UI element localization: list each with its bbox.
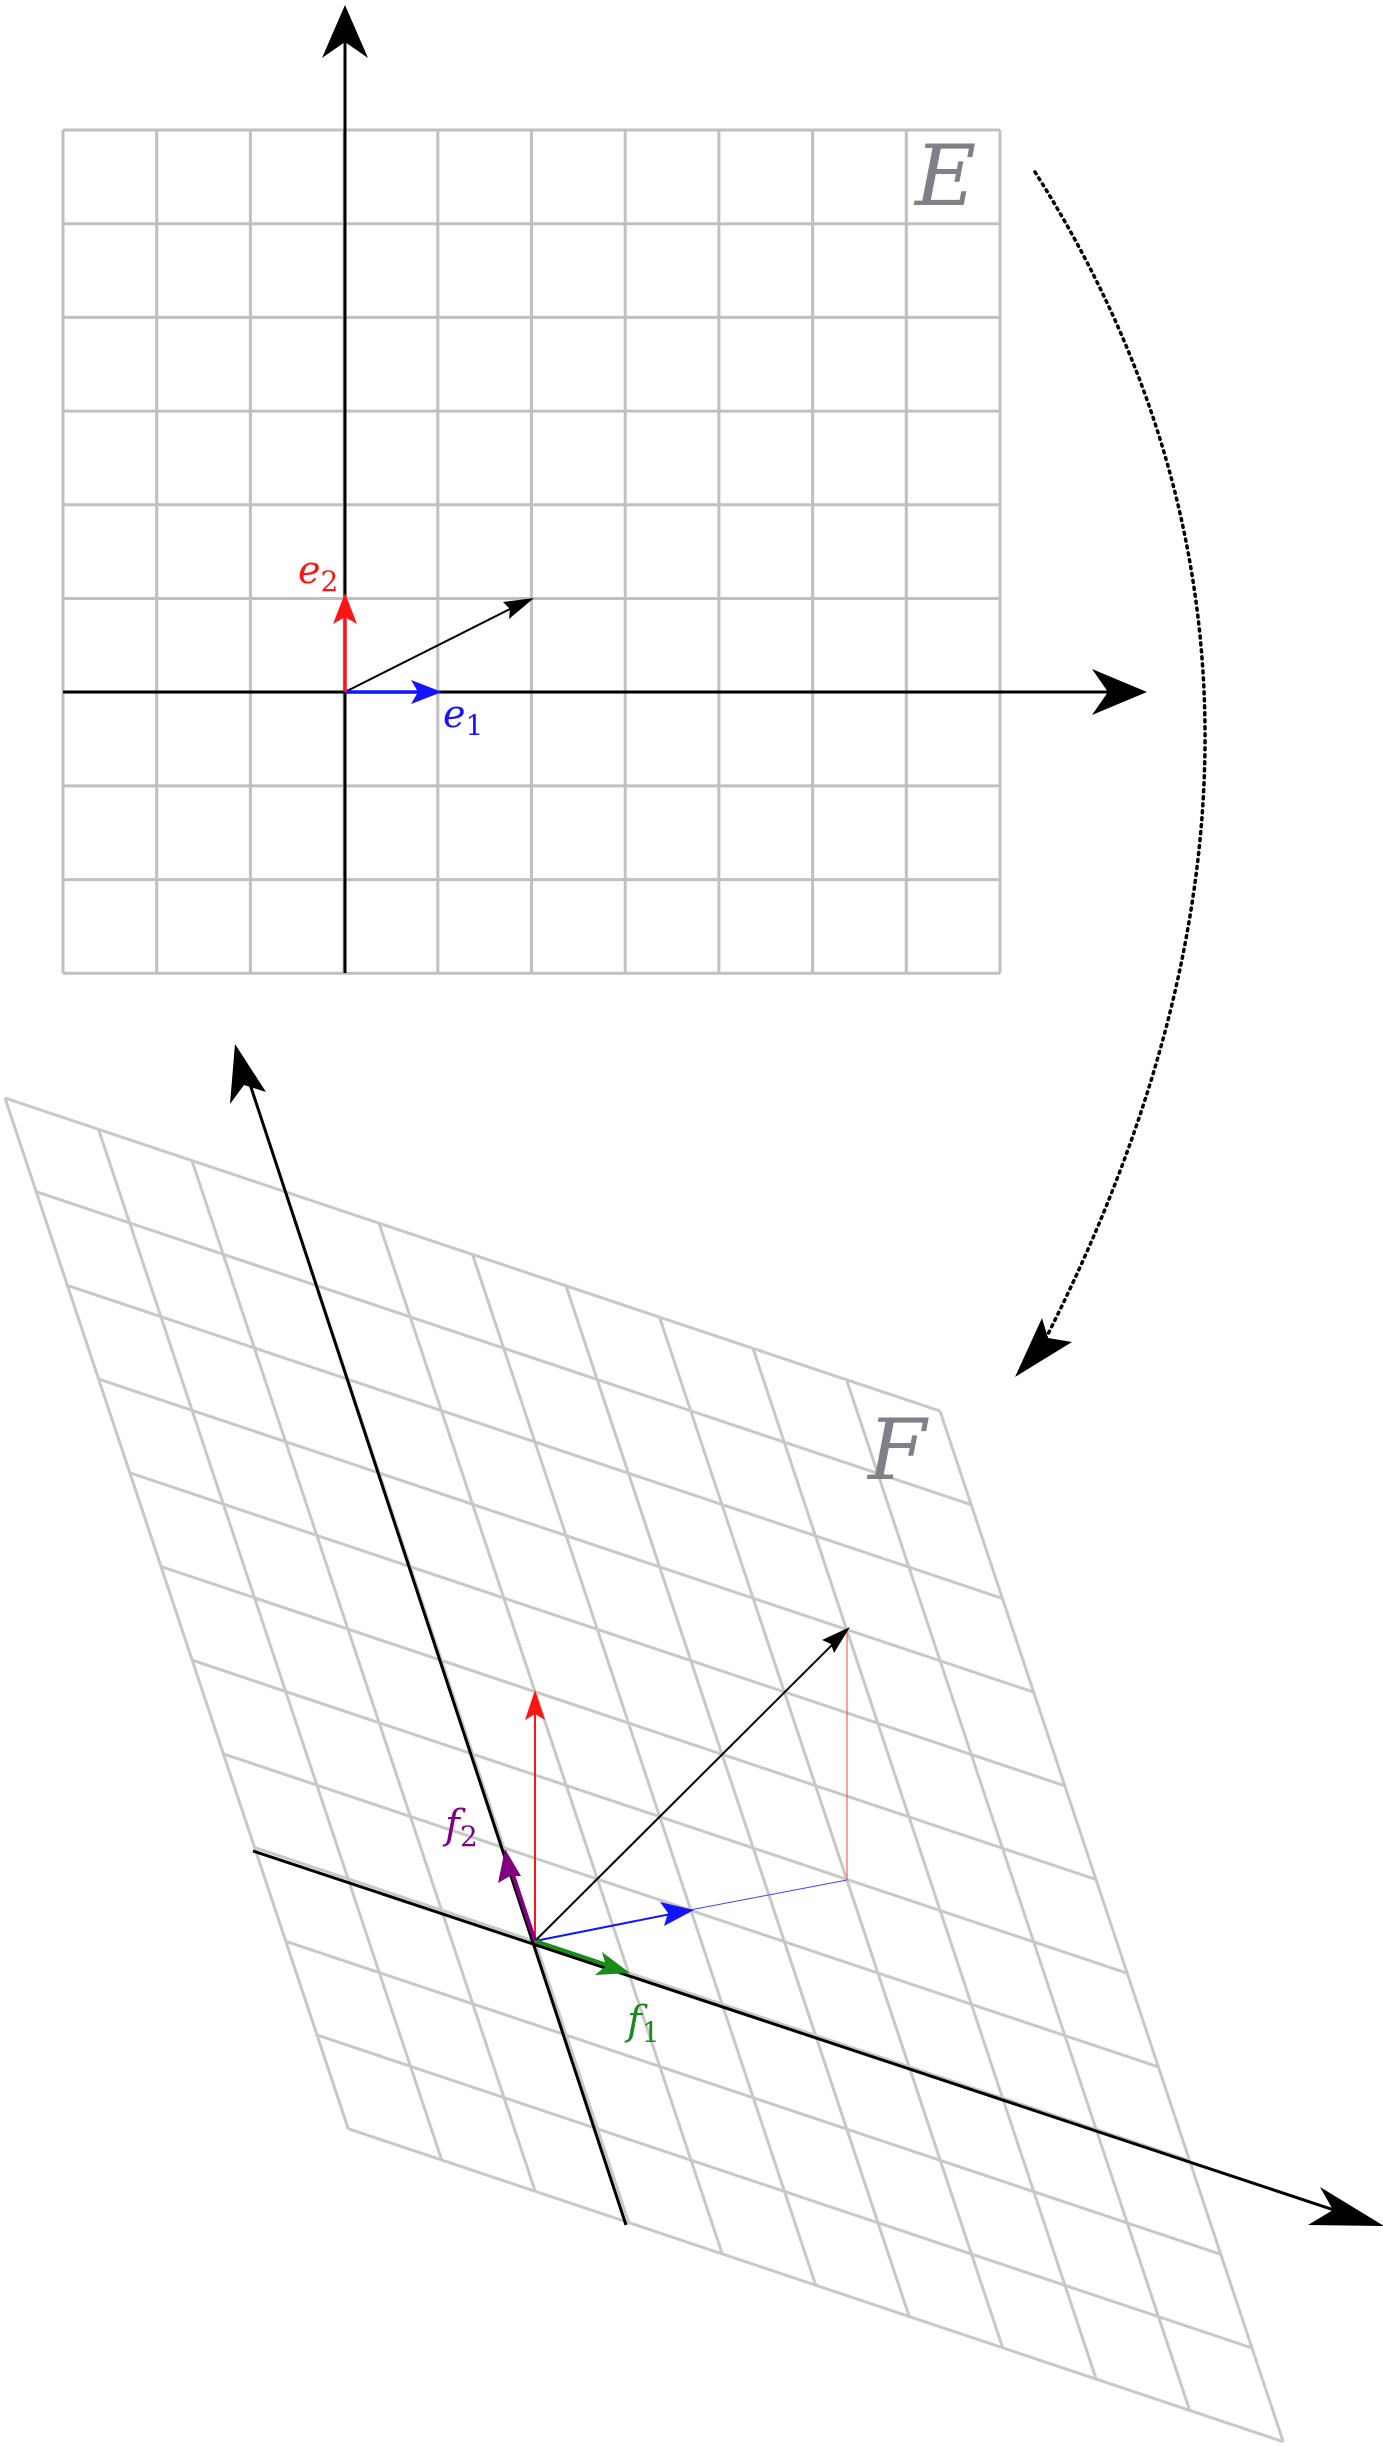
e1-label: e1 bbox=[443, 692, 483, 742]
grid-line-skewed bbox=[66, 1283, 1003, 1600]
space-label-e: E bbox=[913, 127, 976, 225]
f2-axis bbox=[241, 1062, 628, 2226]
e2-label: e2 bbox=[298, 548, 338, 598]
grid-f bbox=[3, 1096, 1285, 2444]
f1-label: f1 bbox=[624, 1998, 660, 2049]
mapping-arrow bbox=[1033, 170, 1207, 1342]
grid-e bbox=[61, 128, 1002, 975]
vector-e-arrowhead bbox=[503, 598, 534, 619]
f2-axis-arrowhead bbox=[230, 1044, 266, 1104]
projection-line-blue bbox=[689, 1879, 848, 1911]
f1-vector bbox=[534, 1939, 614, 1969]
grid-line-skewed bbox=[129, 1471, 1066, 1788]
grid-line-skewed bbox=[4, 1096, 941, 1413]
linear-map-diagram: E e1 e2 F f1 f2 bbox=[3, 5, 1383, 2444]
vector-f-arrowhead bbox=[822, 1627, 850, 1653]
space-label-f: F bbox=[866, 1401, 929, 1499]
f2-vector bbox=[508, 1865, 537, 1942]
grid-line-skewed bbox=[285, 1939, 1222, 2256]
f2-label: f2 bbox=[442, 1802, 478, 1853]
f1-axis bbox=[252, 1849, 1353, 2218]
grid-line-skewed bbox=[347, 2127, 1284, 2444]
vector-e bbox=[344, 602, 523, 693]
grid-line-skewed bbox=[160, 1565, 1097, 1881]
grid-line-skewed bbox=[35, 1190, 972, 1507]
grid-line-skewed bbox=[254, 1846, 1191, 2163]
grid-line-skewed bbox=[316, 2033, 1253, 2350]
image-e1-vector bbox=[534, 1912, 677, 1942]
f2-arrowhead bbox=[498, 1849, 521, 1883]
mapping-arrowhead bbox=[1015, 1318, 1072, 1377]
